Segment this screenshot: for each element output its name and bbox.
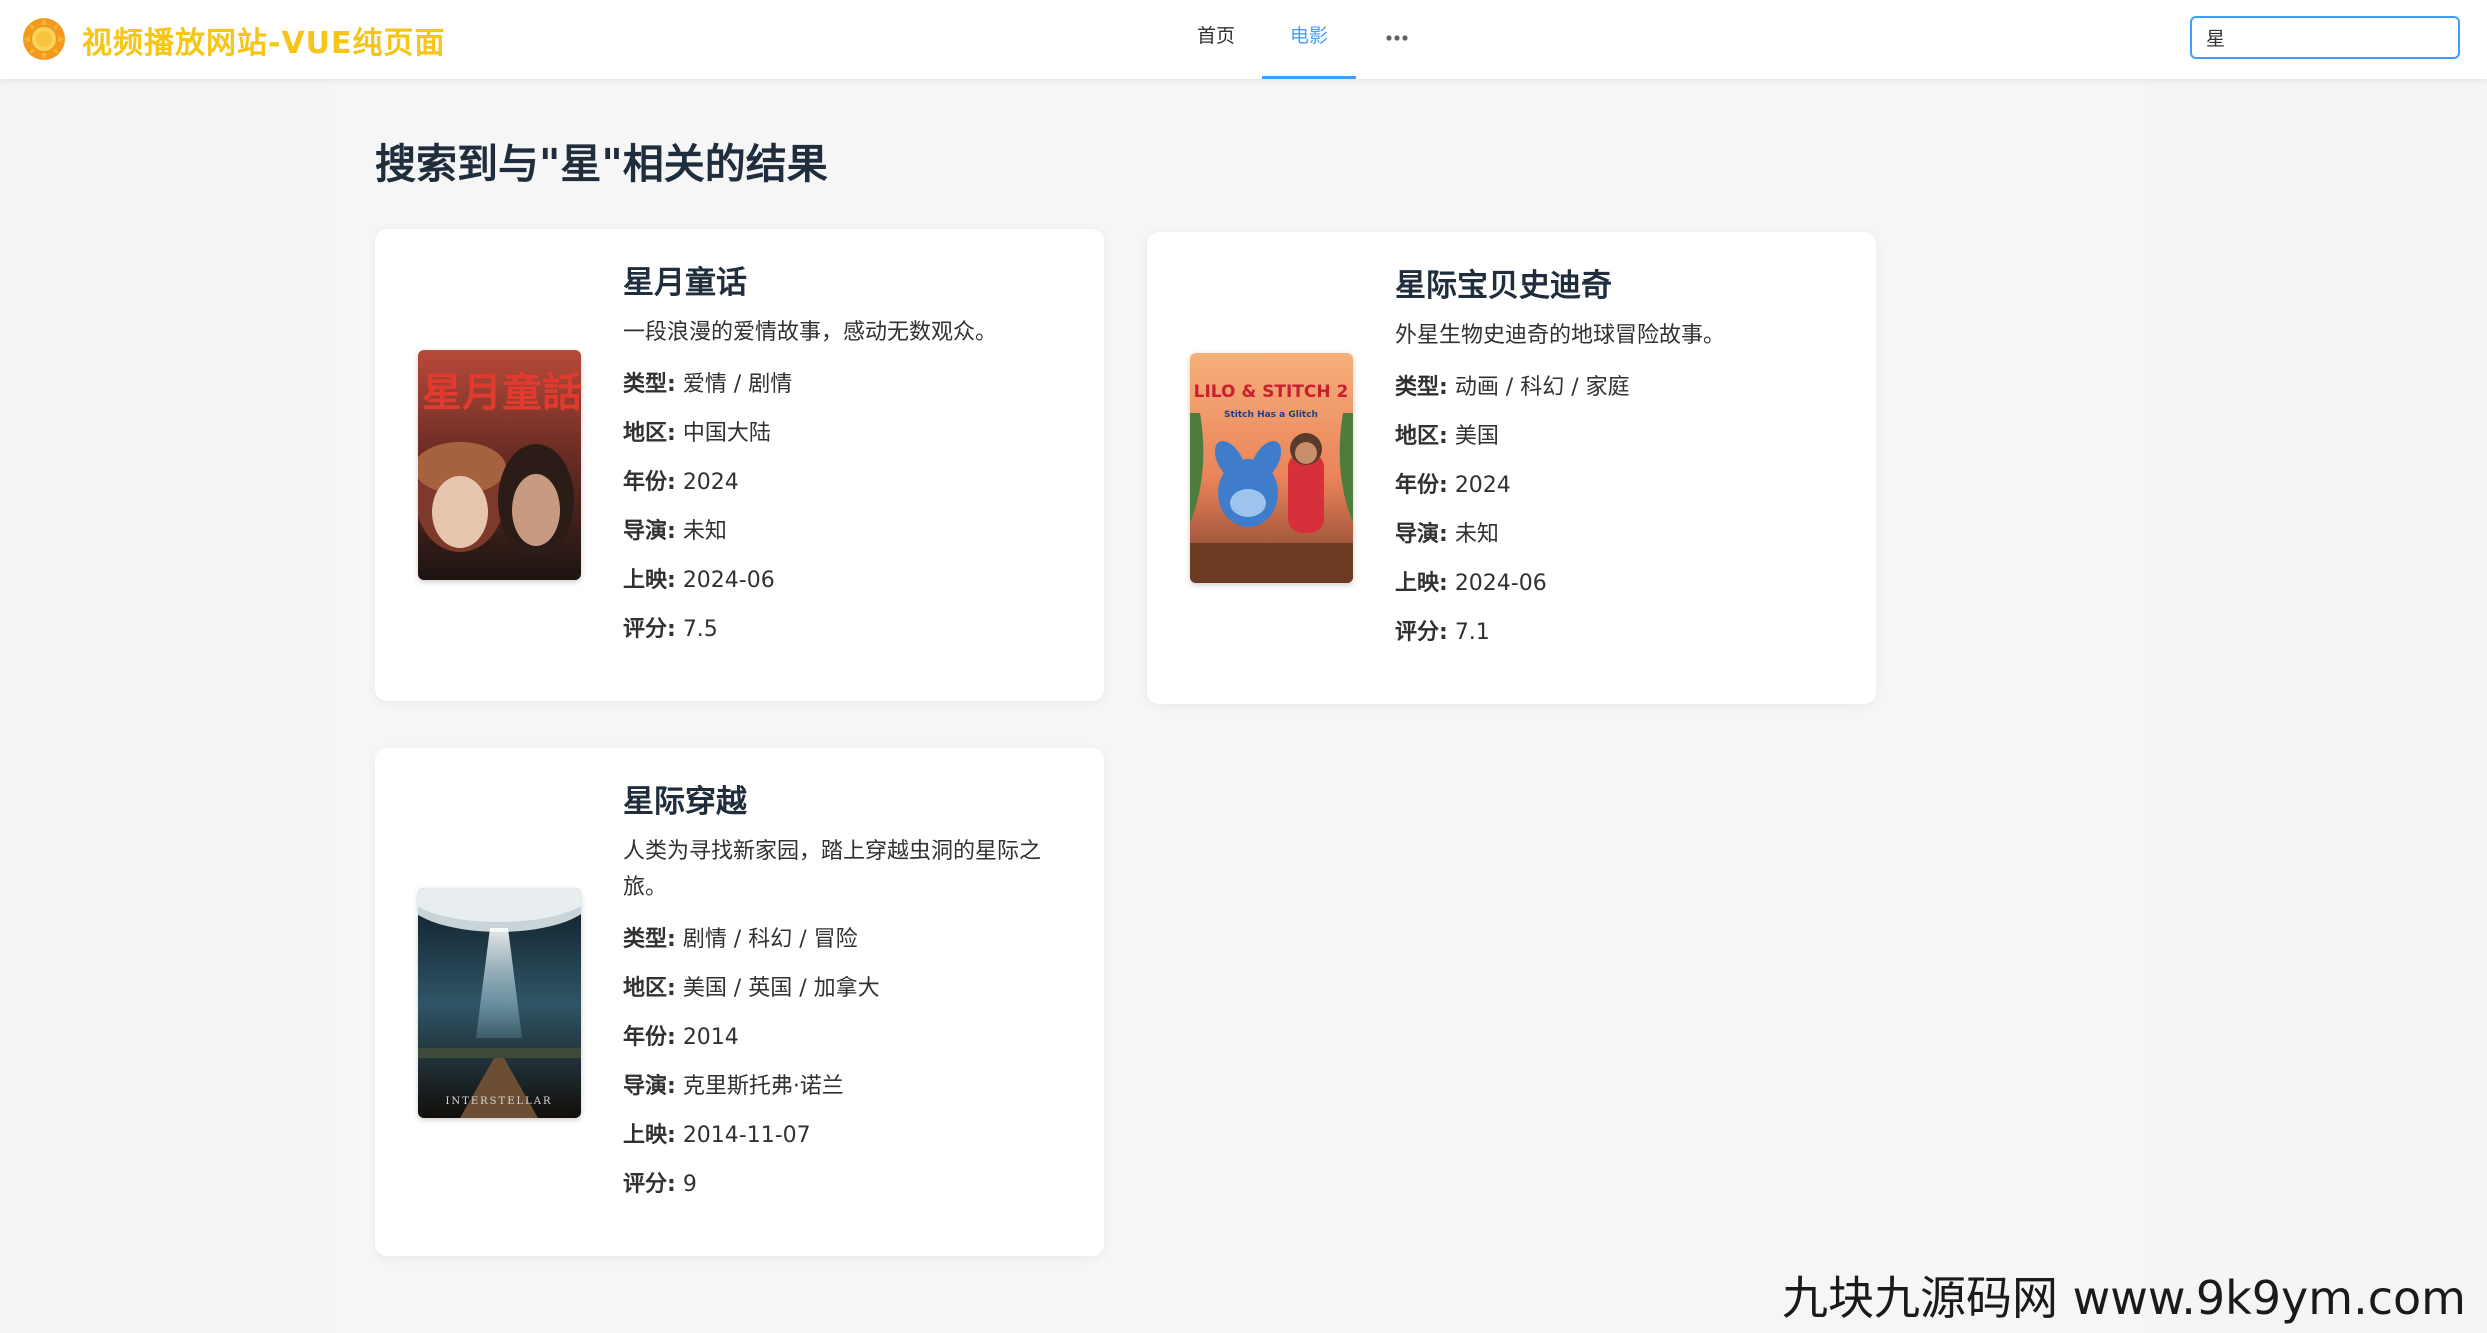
- movie-title[interactable]: 星际宝贝史迪奇: [1395, 266, 1845, 306]
- genre-row: 类型: 剧情 / 科幻 / 冒险: [623, 927, 858, 952]
- region-row: 地区: 美国: [1395, 424, 1499, 449]
- nav-movie[interactable]: 电影: [1262, 0, 1356, 79]
- poster-image-2: LILO & STITCH 2 Stitch Has a Glitch: [1190, 353, 1353, 583]
- release-row: 上映: 2024-06: [1395, 571, 1547, 596]
- release-row: 上映: 2024-06: [623, 568, 775, 593]
- director-row: 导演: 未知: [623, 519, 727, 544]
- more-dots-icon: [1386, 35, 1408, 41]
- sun-logo-icon[interactable]: [22, 17, 66, 61]
- poster-image-1: 星月童話: [418, 350, 581, 580]
- movie-title[interactable]: 星际穿越: [623, 782, 1073, 822]
- region-row: 地区: 中国大陆: [623, 421, 771, 446]
- year-row: 年份: 2014: [623, 1025, 739, 1050]
- movie-description: 外星生物史迪奇的地球冒险故事。: [1395, 323, 1726, 348]
- movie-poster[interactable]: LILO & STITCH 2 Stitch Has a Glitch: [1190, 353, 1353, 583]
- year-row: 年份: 2024: [623, 470, 739, 495]
- svg-text:Stitch Has a Glitch: Stitch Has a Glitch: [1224, 410, 1318, 420]
- movie-card[interactable]: 星月童話 星月童话 一段浪漫的爱情故事，感动无数观众。 类型: 爱情 / 剧情 …: [375, 229, 1104, 701]
- genre-row: 类型: 爱情 / 剧情: [623, 372, 793, 397]
- year-row: 年份: 2024: [1395, 473, 1511, 498]
- movie-card[interactable]: INTERSTELLAR 星际穿越 人类为寻找新家园，踏上穿越虫洞的星际之旅。 …: [375, 748, 1104, 1256]
- genre-row: 类型: 动画 / 科幻 / 家庭: [1395, 375, 1630, 400]
- top-header: 视频播放网站-VUE纯页面 首页 电影: [0, 0, 2487, 79]
- svg-text:INTERSTELLAR: INTERSTELLAR: [445, 1096, 552, 1107]
- director-row: 导演: 未知: [1395, 522, 1499, 547]
- nav-more-menu[interactable]: [1378, 0, 1416, 79]
- svg-text:LILO & STITCH 2: LILO & STITCH 2: [1194, 382, 1349, 402]
- rating-row: 评分: 9: [623, 1172, 697, 1197]
- release-row: 上映: 2014-11-07: [623, 1123, 811, 1148]
- rating-row: 评分: 7.5: [623, 617, 718, 642]
- director-row: 导演: 克里斯托弗·诺兰: [623, 1074, 844, 1099]
- search-input[interactable]: [2190, 16, 2460, 59]
- nav-home[interactable]: 首页: [1190, 0, 1242, 79]
- rating-row: 评分: 7.1: [1395, 620, 1490, 645]
- watermark-text: 九块九源码网 www.9k9ym.com: [1782, 1271, 2466, 1325]
- page-title: 搜索到与"星"相关的结果: [375, 140, 828, 188]
- movie-description: 人类为寻找新家园，踏上穿越虫洞的星际之旅。: [623, 839, 1042, 900]
- movie-description: 一段浪漫的爱情故事，感动无数观众。: [623, 320, 998, 345]
- movie-card[interactable]: LILO & STITCH 2 Stitch Has a Glitch 星际宝贝…: [1147, 232, 1876, 704]
- poster-image-3: INTERSTELLAR: [418, 888, 581, 1118]
- movie-title[interactable]: 星月童话: [623, 263, 1073, 303]
- movie-poster[interactable]: 星月童話: [418, 350, 581, 580]
- svg-text:星月童話: 星月童話: [422, 369, 581, 416]
- region-row: 地区: 美国 / 英国 / 加拿大: [623, 976, 880, 1001]
- movie-poster[interactable]: INTERSTELLAR: [418, 888, 581, 1118]
- site-title[interactable]: 视频播放网站-VUE纯页面: [82, 18, 446, 62]
